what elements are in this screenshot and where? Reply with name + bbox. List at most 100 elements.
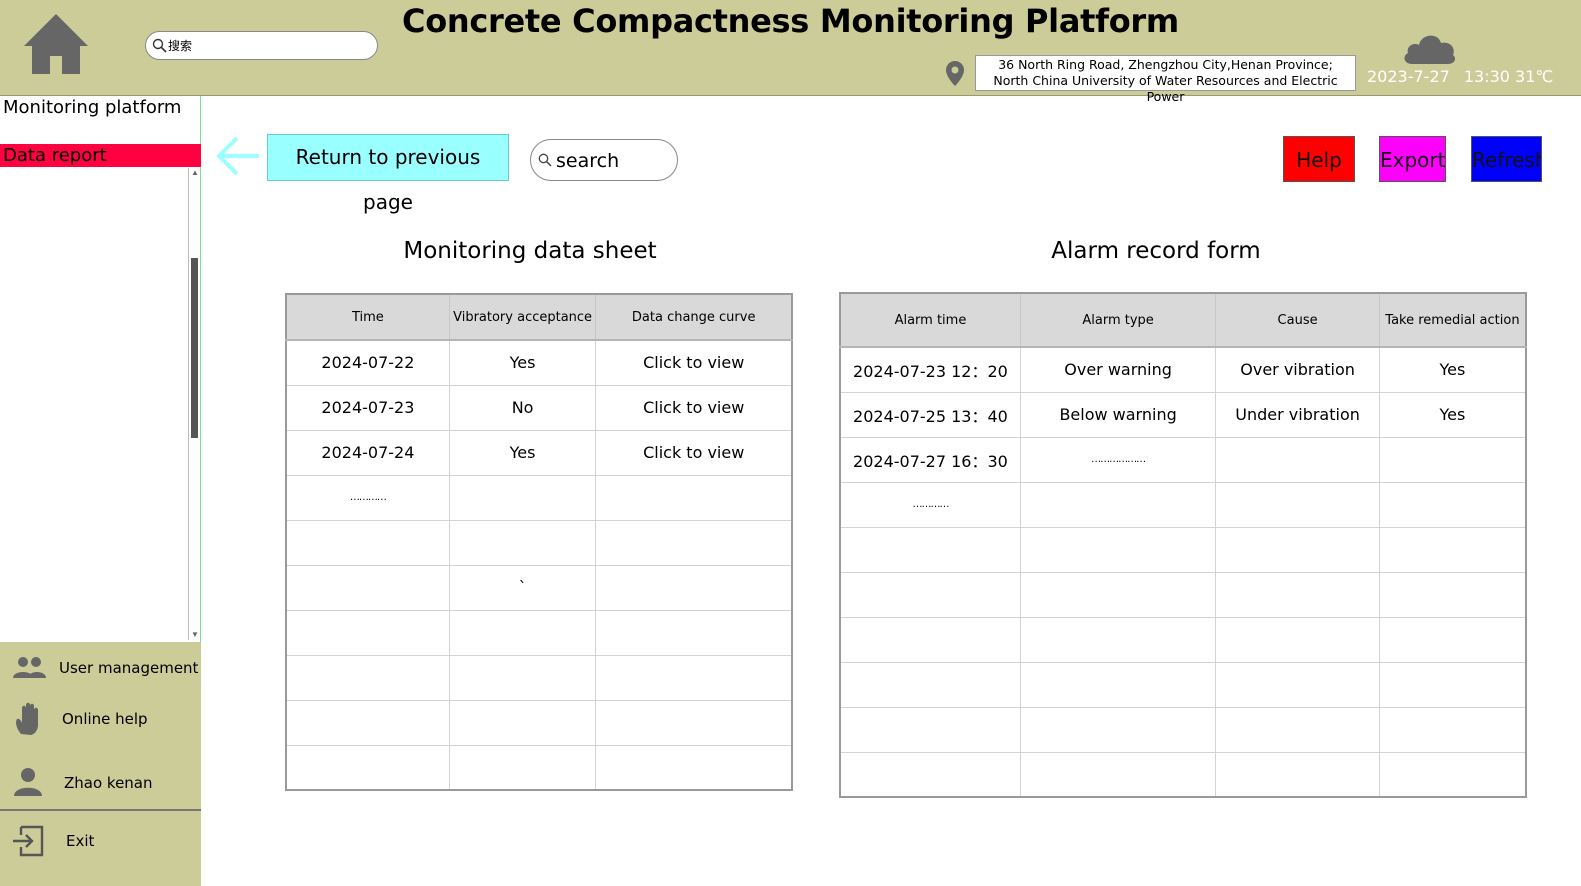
menu-label-user-management: User management xyxy=(59,659,199,677)
location-pin-icon xyxy=(946,61,964,86)
back-arrow-icon[interactable] xyxy=(215,134,261,178)
menu-user-management[interactable]: User management xyxy=(0,647,201,687)
sidebar-bottom-menu: User management Online help Zhao kenan E… xyxy=(0,642,201,886)
column-header-remedial-action[interactable]: Take remedial action xyxy=(1378,292,1527,348)
table-cell xyxy=(595,519,793,566)
table-row xyxy=(839,526,1527,573)
exit-icon xyxy=(13,825,44,857)
sidebar-item-monitoring-platform[interactable]: Monitoring platform xyxy=(0,96,201,122)
table-cell xyxy=(448,654,597,701)
scroll-up-arrow-icon[interactable]: ▲ xyxy=(190,168,200,178)
sidebar-item-data-report[interactable]: Data report xyxy=(0,144,201,167)
column-header-time[interactable]: Time xyxy=(285,293,450,341)
users-icon xyxy=(13,657,46,678)
table-cell: 2024-07-23 12：20 xyxy=(839,346,1021,393)
table-cell xyxy=(1378,436,1527,483)
scroll-down-arrow-icon[interactable]: ▼ xyxy=(190,630,200,640)
table-cell xyxy=(1215,481,1380,528)
help-button[interactable]: Help xyxy=(1283,136,1355,182)
column-header-alarm-time[interactable]: Alarm time xyxy=(839,292,1021,348)
user-icon xyxy=(14,768,42,796)
table-row: 2024-07-27 16：30……………… xyxy=(839,436,1527,483)
table-cell xyxy=(1378,526,1527,573)
monitoring-table-title: Monitoring data sheet xyxy=(403,238,657,264)
column-header-vibratory-acceptance[interactable]: Vibratory acceptance xyxy=(448,293,597,341)
search-input[interactable] xyxy=(556,148,671,174)
menu-user-profile[interactable]: Zhao kenan xyxy=(0,762,201,802)
table-cell: 2024-07-24 xyxy=(285,429,450,476)
table-cell: 2024-07-22 xyxy=(285,339,450,386)
table-cell xyxy=(1378,661,1527,708)
table-row: ` xyxy=(285,564,793,611)
table-row xyxy=(839,571,1527,618)
export-button[interactable]: Export xyxy=(1379,136,1446,182)
table-cell xyxy=(448,699,597,746)
table-cell[interactable]: Click to view xyxy=(595,429,793,476)
table-cell: ……………… xyxy=(1019,436,1217,483)
table-cell xyxy=(285,744,450,791)
column-header-cause[interactable]: Cause xyxy=(1215,292,1380,348)
table-cell xyxy=(1019,526,1217,573)
table-cell xyxy=(448,519,597,566)
return-previous-page-button[interactable]: Return to previous page xyxy=(267,134,509,214)
sidebar-divider xyxy=(0,809,201,811)
table-cell xyxy=(1378,706,1527,753)
table-cell[interactable]: Click to view xyxy=(595,384,793,431)
menu-online-help[interactable]: Online help xyxy=(0,698,201,738)
table-cell[interactable]: Click to view xyxy=(595,339,793,386)
search-icon xyxy=(152,38,167,53)
table-cell xyxy=(285,564,450,611)
table-cell xyxy=(1378,481,1527,528)
app-title: Concrete Compactness Monitoring Platform xyxy=(402,2,1179,40)
table-cell xyxy=(1019,661,1217,708)
table-cell: 2024-07-25 13：40 xyxy=(839,391,1021,438)
refresh-button[interactable]: Refresh xyxy=(1471,136,1542,182)
table-cell: ………… xyxy=(285,474,450,521)
table-cell xyxy=(839,706,1021,753)
table-cell xyxy=(1215,661,1380,708)
table-cell xyxy=(285,609,450,656)
table-row xyxy=(285,609,793,656)
menu-exit[interactable]: Exit xyxy=(0,820,201,860)
table-cell: Over vibration xyxy=(1215,346,1380,393)
monitoring-data-table: Time Vibratory acceptance Data change cu… xyxy=(285,293,793,791)
table-cell xyxy=(285,519,450,566)
table-cell xyxy=(285,654,450,701)
table-cell: ………… xyxy=(839,481,1021,528)
table-cell: Yes xyxy=(1378,391,1527,438)
table-cell: 2024-07-27 16：30 xyxy=(839,436,1021,483)
table-cell xyxy=(595,744,793,791)
table-cell xyxy=(1378,571,1527,618)
sidebar-scrollbar[interactable]: ▲ ▼ xyxy=(188,168,200,640)
table-row: 2024-07-23 12：20 Over warning Over vibrati… xyxy=(839,346,1527,393)
scrollbar-thumb[interactable] xyxy=(191,258,198,438)
table-cell xyxy=(448,609,597,656)
table-cell xyxy=(1215,526,1380,573)
table-cell: 2024-07-23 xyxy=(285,384,450,431)
table-cell xyxy=(595,564,793,611)
table-row: 2024-07-22 Yes Click to view xyxy=(285,339,793,386)
column-header-data-change-curve[interactable]: Data change curve xyxy=(595,293,793,341)
table-row xyxy=(285,654,793,701)
menu-label-online-help: Online help xyxy=(62,710,148,728)
table-cell xyxy=(595,699,793,746)
menu-label-exit: Exit xyxy=(66,832,95,850)
table-cell: No xyxy=(448,384,597,431)
table-cell xyxy=(839,751,1021,798)
table-cell xyxy=(1019,751,1217,798)
table-cell xyxy=(448,474,597,521)
table-row: 2024-07-25 13：40 Below warning Under vibra… xyxy=(839,391,1527,438)
menu-label-user-name: Zhao kenan xyxy=(64,774,153,792)
table-cell xyxy=(1215,751,1380,798)
table-cell: Yes xyxy=(1378,346,1527,393)
table-cell xyxy=(1215,436,1380,483)
table-cell xyxy=(448,744,597,791)
table-cell xyxy=(1019,706,1217,753)
table-cell xyxy=(839,616,1021,663)
table-row: 2024-07-23 No Click to view xyxy=(285,384,793,431)
table-cell xyxy=(839,571,1021,618)
column-header-alarm-type[interactable]: Alarm type xyxy=(1019,292,1217,348)
table-cell xyxy=(1019,571,1217,618)
search-box[interactable] xyxy=(530,139,678,181)
table-header-row: Time Vibratory acceptance Data change cu… xyxy=(285,293,793,341)
